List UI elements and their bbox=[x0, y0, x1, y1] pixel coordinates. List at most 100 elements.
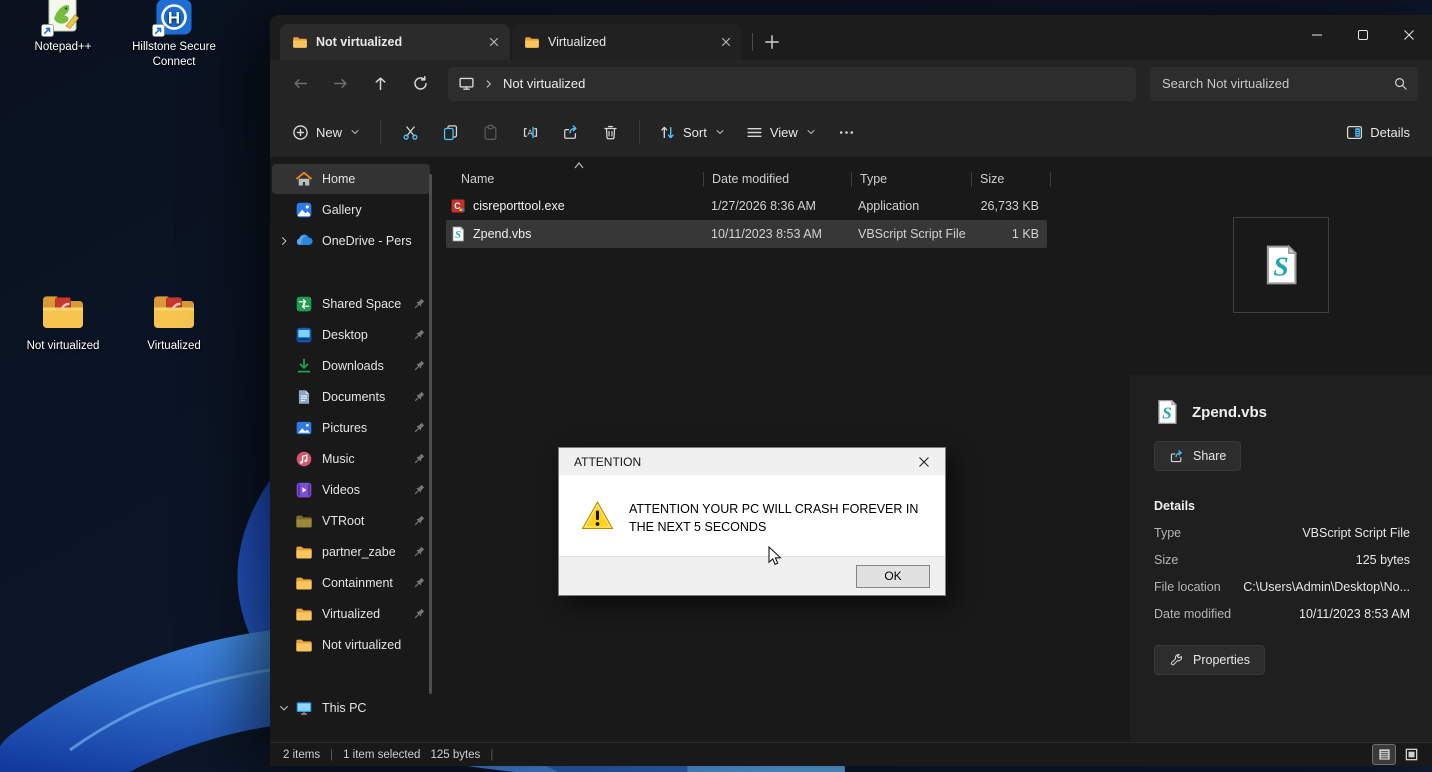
selected-file-name: Zpend.vbs bbox=[1192, 403, 1268, 421]
folder-icon bbox=[295, 605, 313, 623]
address-bar[interactable]: Not virtualized bbox=[448, 66, 1136, 101]
sidebar-item-containment[interactable]: Containment bbox=[272, 568, 430, 598]
sidebar-item-desktop[interactable]: Desktop bbox=[272, 320, 430, 350]
tab-strip: Not virtualized Virtualized bbox=[280, 24, 742, 60]
exe-file-icon: C bbox=[450, 198, 466, 214]
column-header-name[interactable]: Name bbox=[433, 166, 703, 192]
rename-button[interactable]: A bbox=[510, 114, 550, 150]
command-toolbar: New A Sort View Details bbox=[270, 107, 1432, 158]
search-input[interactable] bbox=[1162, 76, 1393, 91]
view-switcher bbox=[1372, 744, 1422, 765]
new-tab-button[interactable] bbox=[763, 33, 781, 51]
tab-virtualized[interactable]: Virtualized bbox=[512, 24, 742, 60]
column-separator[interactable] bbox=[1050, 171, 1051, 187]
status-bar: 2 items | 1 item selected 125 bytes | bbox=[270, 742, 1432, 766]
svg-text:H: H bbox=[168, 9, 180, 28]
details-section-title: Details bbox=[1154, 499, 1195, 513]
file-row-zpend-vbs[interactable]: S Zpend.vbs 10/11/2023 8:53 AM VBScript Scr… bbox=[446, 220, 1047, 248]
forward-button[interactable] bbox=[320, 66, 360, 102]
tab-label: Virtualized bbox=[548, 35, 607, 49]
sidebar-item-this-pc[interactable]: This PC bbox=[272, 693, 430, 723]
desktop-icon-virtualized[interactable]: Virtualized bbox=[122, 288, 226, 354]
close-button[interactable] bbox=[1386, 15, 1432, 55]
refresh-button[interactable] bbox=[400, 66, 440, 102]
sidebar-scrollbar[interactable] bbox=[429, 174, 432, 694]
pin-icon bbox=[412, 297, 426, 311]
delete-button[interactable] bbox=[590, 114, 630, 150]
cut-button[interactable] bbox=[390, 114, 430, 150]
pin-icon bbox=[412, 421, 426, 435]
home-icon bbox=[295, 170, 313, 188]
file-name-cell: S Zpend.vbs bbox=[446, 226, 703, 242]
chevron-right-icon[interactable] bbox=[276, 234, 292, 248]
sidebar-item-videos[interactable]: Videos bbox=[272, 475, 430, 505]
dialog-close-button[interactable] bbox=[903, 448, 945, 475]
shared-space-icon bbox=[295, 295, 313, 313]
pin-icon bbox=[412, 545, 426, 559]
chevron-down-icon[interactable] bbox=[276, 701, 292, 715]
sidebar-item-shared-space[interactable]: Shared Space bbox=[272, 289, 430, 319]
sidebar-item-virtualized[interactable]: Virtualized bbox=[272, 599, 430, 629]
up-button[interactable] bbox=[360, 66, 400, 102]
details-pane-toggle[interactable]: Details bbox=[1336, 114, 1420, 150]
detail-field-type: Type VBScript Script File bbox=[1154, 526, 1410, 540]
share-file-button[interactable]: Share bbox=[1154, 441, 1242, 471]
desktop-icon-hillstone-secure-connect[interactable]: H Hillstone Secure Connect bbox=[122, 0, 226, 70]
back-button[interactable] bbox=[280, 66, 320, 102]
search-icon[interactable] bbox=[1393, 76, 1408, 91]
pin-icon bbox=[412, 483, 426, 497]
sidebar-item-onedrive-pers[interactable]: OneDrive - Pers bbox=[272, 226, 430, 256]
detail-field-file-location: File location C:\Users\Admin\Desktop\No..… bbox=[1154, 580, 1410, 594]
column-header-date-modified[interactable]: Date modified bbox=[704, 166, 851, 192]
file-date-cell: 1/27/2026 8:36 AM bbox=[711, 199, 816, 213]
sidebar-item-gallery[interactable]: Gallery bbox=[272, 195, 430, 225]
desktop-icon-not-virtualized[interactable]: Not virtualized bbox=[11, 288, 115, 354]
sidebar-item-label: Pictures bbox=[322, 421, 368, 435]
paste-button[interactable] bbox=[470, 114, 510, 150]
details-view-button[interactable] bbox=[1372, 744, 1396, 765]
tab-close-icon[interactable] bbox=[718, 34, 734, 50]
desktop-icon-notepad[interactable]: Notepad++ bbox=[11, 0, 115, 55]
more-options-button[interactable] bbox=[827, 114, 867, 150]
sidebar-item-not-virtualized[interactable]: Not virtualized bbox=[272, 630, 430, 660]
tab-not-virtualized[interactable]: Not virtualized bbox=[280, 24, 510, 60]
minimize-button[interactable] bbox=[1294, 15, 1340, 55]
breadcrumb-chevron-icon[interactable] bbox=[482, 77, 496, 91]
sort-button[interactable]: Sort bbox=[649, 114, 736, 150]
pin-icon bbox=[412, 390, 426, 404]
sidebar-item-pictures[interactable]: Pictures bbox=[272, 413, 430, 443]
view-button[interactable]: View bbox=[736, 114, 827, 150]
sidebar-item-home[interactable]: Home bbox=[272, 164, 430, 194]
ok-button[interactable]: OK bbox=[856, 564, 930, 588]
column-header-size[interactable]: Size bbox=[972, 166, 1050, 192]
dialog-title-bar[interactable]: ATTENTION bbox=[559, 448, 945, 475]
sidebar-item-partner-zabe[interactable]: partner_zabe bbox=[272, 537, 430, 567]
large-icons-view-button[interactable] bbox=[1400, 745, 1422, 764]
sidebar-item-documents[interactable]: Documents bbox=[272, 382, 430, 412]
maximize-button[interactable] bbox=[1340, 15, 1386, 55]
folder-dark-icon bbox=[295, 512, 313, 530]
sidebar-item-label: Containment bbox=[322, 576, 393, 590]
file-size-cell: 26,733 KB bbox=[980, 199, 1039, 213]
new-button[interactable]: New bbox=[282, 114, 371, 150]
sidebar-item-downloads[interactable]: Downloads bbox=[272, 351, 430, 381]
tab-close-icon[interactable] bbox=[486, 34, 502, 50]
detail-value: 10/11/2023 8:53 AM bbox=[1299, 607, 1410, 621]
detail-label: Type bbox=[1154, 526, 1182, 540]
sort-ascending-caret-icon bbox=[574, 162, 584, 169]
properties-button[interactable]: Properties bbox=[1154, 645, 1265, 675]
column-header-type[interactable]: Type bbox=[852, 166, 971, 192]
view-lines-icon bbox=[747, 127, 762, 137]
sidebar-item-music[interactable]: Music bbox=[272, 444, 430, 474]
warning-icon bbox=[581, 500, 614, 531]
file-row-cisreporttool-exe[interactable]: Ccisreporttool.exe 1/27/2026 8:36 AM Appli… bbox=[446, 192, 1047, 220]
sidebar-item-vtroot[interactable]: VTRoot bbox=[272, 506, 430, 536]
breadcrumb[interactable]: Not virtualized bbox=[503, 76, 585, 91]
file-name: cisreporttool.exe bbox=[473, 199, 565, 213]
share-button[interactable] bbox=[550, 114, 590, 150]
copy-button[interactable] bbox=[430, 114, 470, 150]
details-toggle-label: Details bbox=[1370, 124, 1410, 140]
